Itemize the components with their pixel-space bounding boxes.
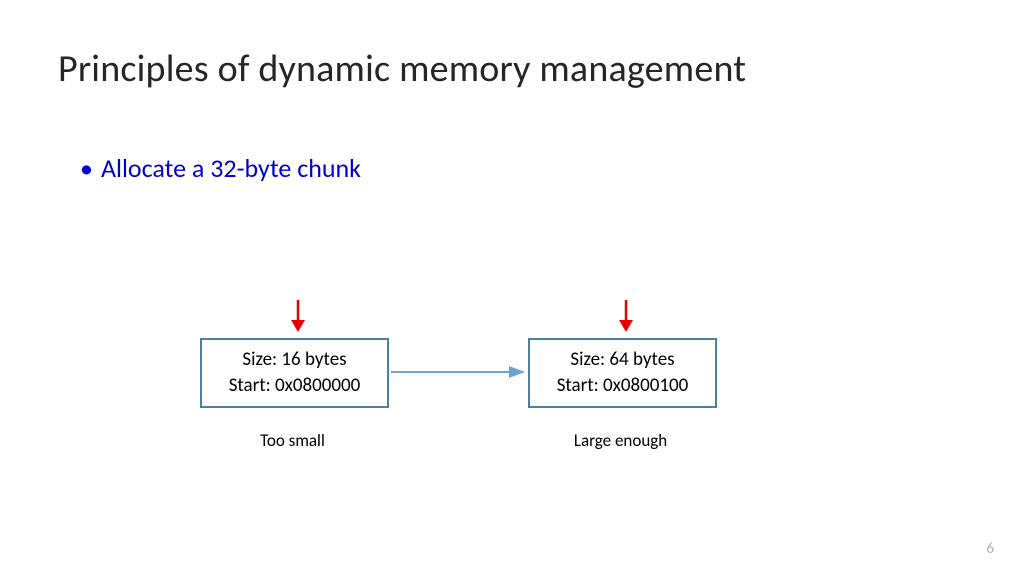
pointer-arrow-icon — [619, 298, 633, 332]
node-size-label: Size: 16 bytes — [242, 347, 346, 373]
slide-title: Principles of dynamic memory management — [58, 46, 746, 92]
node-size-label: Size: 64 bytes — [570, 347, 674, 373]
bullet-text: Allocate a 32-byte chunk — [101, 152, 361, 184]
node-start-label: Start: 0x0800100 — [557, 373, 689, 399]
bullet-dot-icon: • — [80, 155, 93, 181]
node-caption: Large enough — [528, 430, 713, 451]
bullet-item: • Allocate a 32-byte chunk — [80, 152, 361, 184]
page-number: 6 — [986, 540, 994, 558]
link-arrow-icon — [389, 364, 525, 380]
node-caption: Too small — [200, 430, 385, 451]
memory-block-node: Size: 64 bytes Start: 0x0800100 — [528, 338, 717, 408]
memory-block-node: Size: 16 bytes Start: 0x0800000 — [200, 338, 389, 408]
node-start-label: Start: 0x0800000 — [229, 373, 361, 399]
pointer-arrow-icon — [291, 298, 305, 332]
